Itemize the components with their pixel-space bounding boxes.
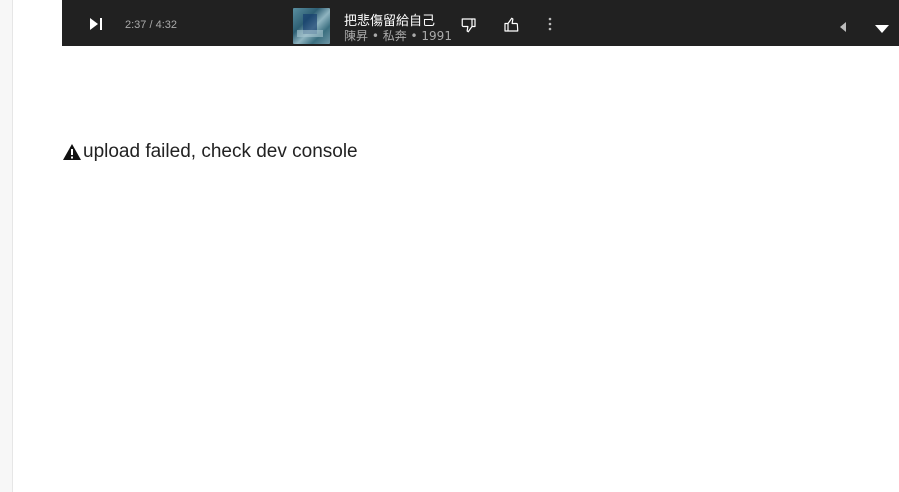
like-icon[interactable] xyxy=(502,16,520,39)
left-rail xyxy=(0,0,13,492)
dropdown-arrow-icon[interactable] xyxy=(875,20,889,38)
dislike-icon[interactable] xyxy=(460,16,478,39)
more-vert-icon[interactable] xyxy=(548,17,552,36)
error-message: upload failed, check dev console xyxy=(62,141,358,163)
playback-time: 2:37 / 4:32 xyxy=(125,19,177,31)
player-bar: 2:37 / 4:32 把悲傷留給自己 陳昇 • 私奔 • 1991 xyxy=(62,0,899,46)
warning-icon xyxy=(63,144,81,160)
next-icon[interactable] xyxy=(90,16,108,32)
error-text: upload failed, check dev console xyxy=(83,141,358,162)
previous-arrow-icon[interactable] xyxy=(839,19,847,37)
album-art[interactable] xyxy=(293,8,330,44)
track-subtitle[interactable]: 陳昇 • 私奔 • 1991 xyxy=(344,27,452,44)
